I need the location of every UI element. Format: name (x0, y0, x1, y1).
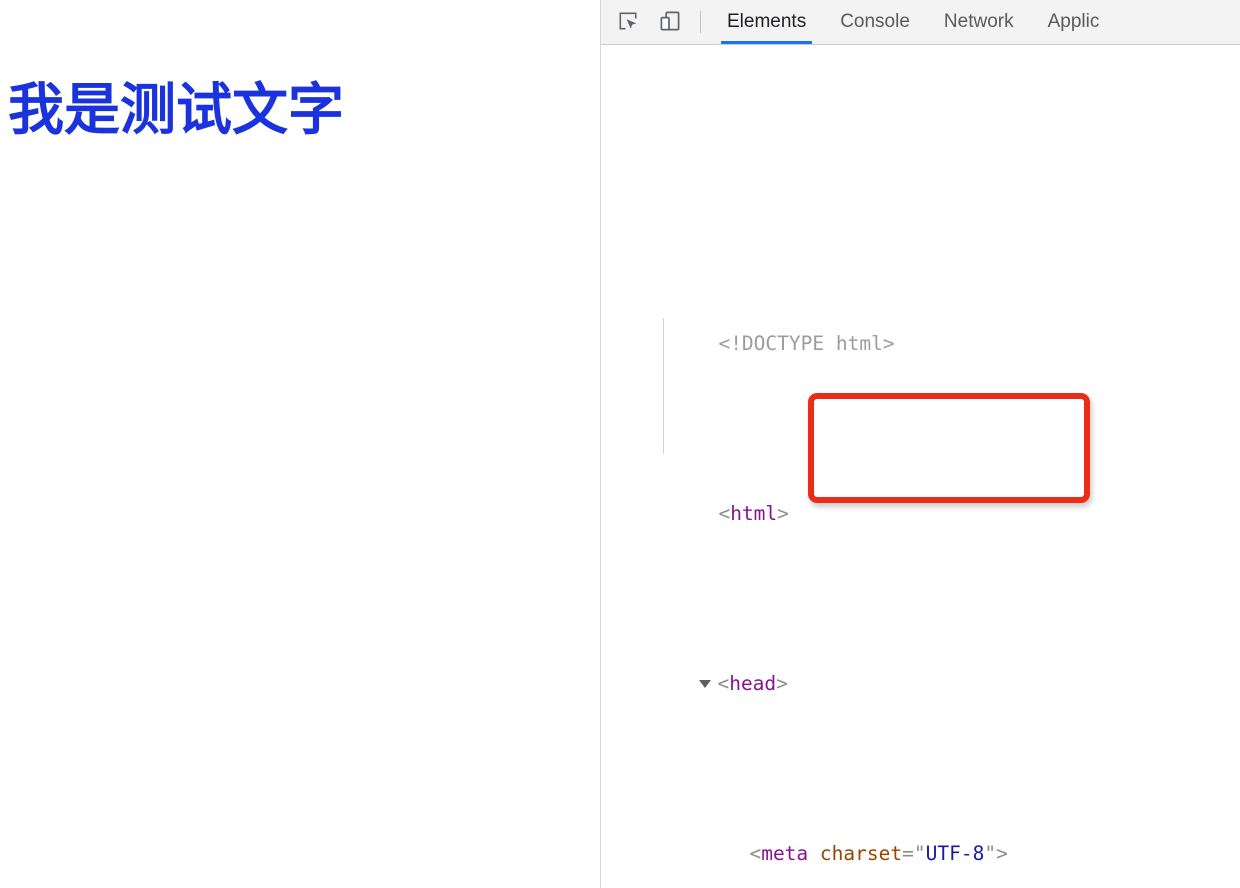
tag-html: html (730, 502, 778, 525)
tag-meta: meta (761, 842, 809, 865)
devtools-toolbar: Elements Console Network Applic (601, 0, 1240, 45)
tab-elements[interactable]: Elements (710, 0, 823, 44)
doctype-text: <!DOCTYPE html> (718, 332, 895, 355)
page-heading: 我是测试文字 (8, 77, 344, 143)
toolbar-separator (700, 11, 701, 33)
tab-network-label: Network (943, 11, 1014, 32)
dom-row-html-open[interactable]: <html> (601, 463, 1240, 525)
attr-charset: charset (819, 842, 903, 865)
twisty-head[interactable] (699, 679, 712, 688)
devtools-panel: Elements Console Network Applic <!DOCTYP… (601, 0, 1240, 888)
device-toolbar-icon (658, 9, 682, 36)
tab-elements-label: Elements (727, 11, 807, 32)
tab-network[interactable]: Network (927, 0, 1031, 44)
dom-row-doctype[interactable]: <!DOCTYPE html> (601, 293, 1240, 355)
rendered-page-pane: 我是测试文字 (0, 0, 600, 888)
device-toolbar-button[interactable] (649, 0, 691, 44)
inspect-element-icon (616, 9, 640, 36)
tag-head: head (729, 672, 777, 695)
tab-application-label: Applic (1047, 11, 1100, 32)
dom-row-meta[interactable]: <meta charset="UTF-8"> (601, 803, 1240, 865)
attr-charset-value: UTF-8 (925, 842, 985, 865)
dom-tree[interactable]: <!DOCTYPE html> <html> <head> <meta char… (601, 45, 1240, 888)
tab-console[interactable]: Console (823, 0, 927, 44)
tab-application[interactable]: Applic (1031, 0, 1117, 44)
inspect-element-button[interactable] (607, 0, 649, 44)
dom-row-head-open[interactable]: <head> (601, 633, 1240, 695)
tab-console-label: Console (840, 11, 910, 32)
